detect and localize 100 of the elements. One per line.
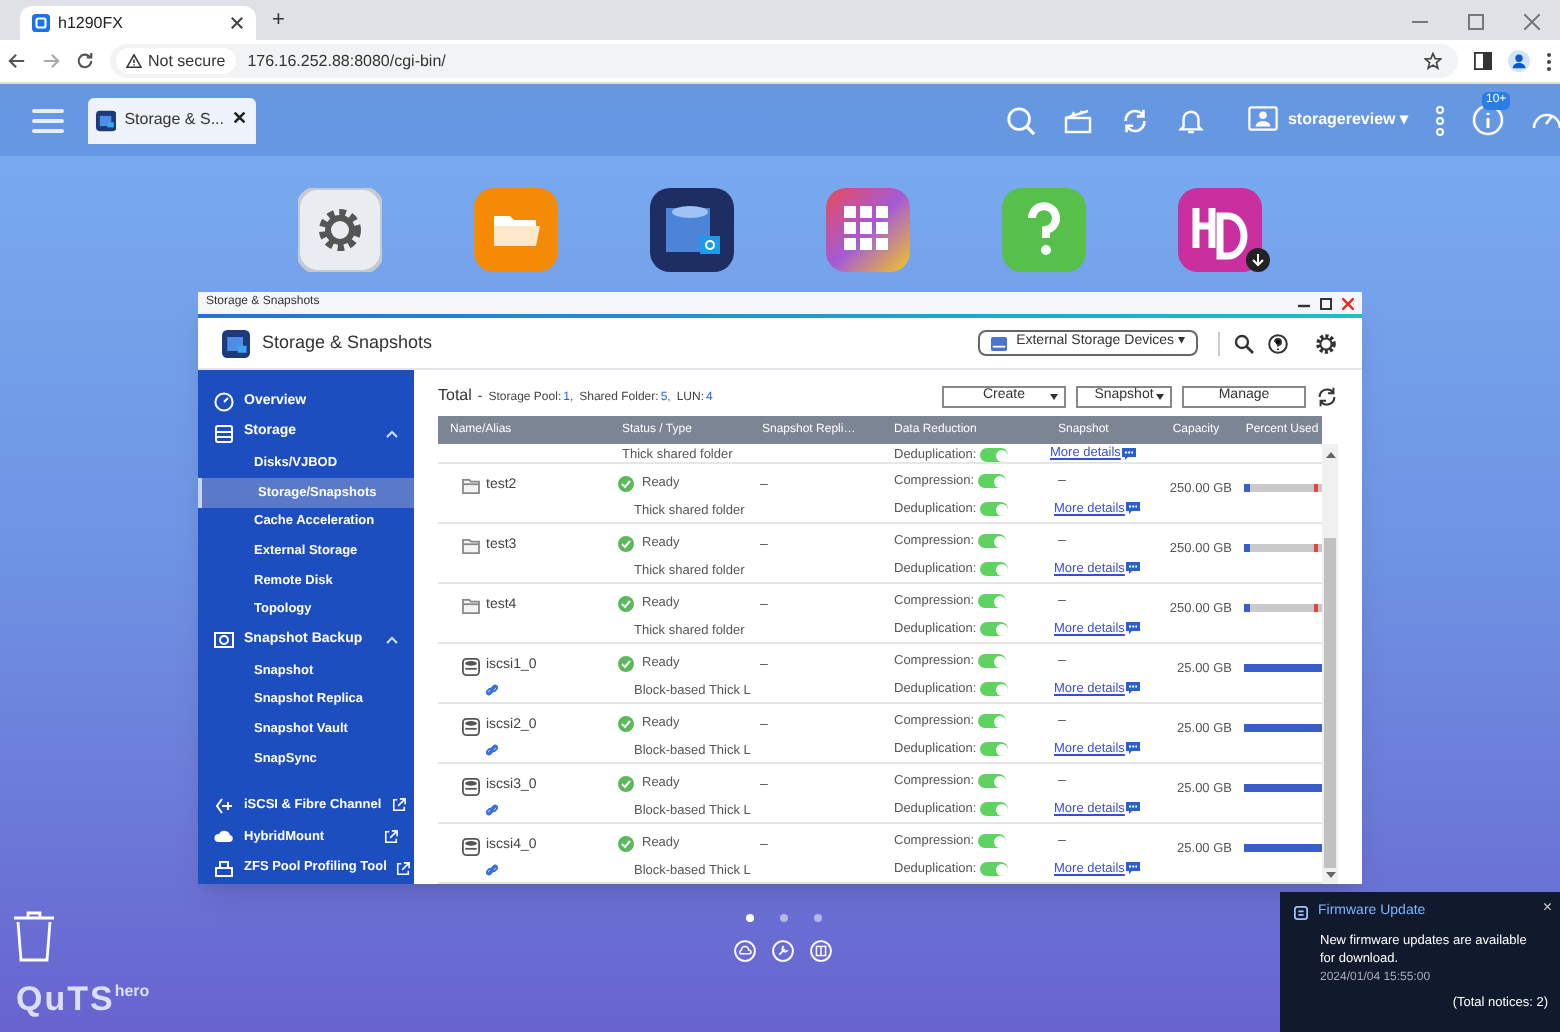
toggle-switch[interactable] bbox=[978, 654, 1007, 669]
chat-bubble-icon[interactable] bbox=[1122, 447, 1137, 460]
threshold-mark bbox=[1314, 604, 1318, 612]
scrollbar-thumb[interactable] bbox=[1324, 538, 1336, 868]
help-icon[interactable] bbox=[1268, 333, 1288, 353]
settings-app-icon[interactable] bbox=[298, 188, 382, 272]
tab-title: h1290FX bbox=[58, 11, 125, 35]
reload-icon[interactable] bbox=[76, 52, 94, 70]
storage-icon bbox=[214, 423, 234, 444]
close-icon[interactable] bbox=[1342, 297, 1354, 309]
gauge-icon bbox=[214, 391, 234, 412]
scroll-up-icon[interactable] bbox=[1325, 452, 1335, 458]
toggle-switch[interactable] bbox=[978, 774, 1007, 789]
threshold-mark bbox=[1314, 544, 1318, 552]
threshold-mark bbox=[1314, 484, 1318, 492]
disk-stack-icon bbox=[462, 837, 480, 856]
toggle-switch[interactable] bbox=[980, 622, 1009, 637]
toggle-switch[interactable] bbox=[980, 862, 1009, 877]
link-icon[interactable] bbox=[486, 683, 498, 695]
folder-icon bbox=[462, 598, 480, 615]
external-link-icon[interactable] bbox=[396, 861, 411, 876]
site-icon bbox=[32, 14, 50, 32]
cloud-icon[interactable] bbox=[734, 940, 756, 962]
toggle-switch[interactable] bbox=[978, 834, 1007, 849]
toggle-switch[interactable] bbox=[978, 474, 1007, 489]
external-link-icon[interactable] bbox=[384, 829, 398, 844]
maximize-icon[interactable] bbox=[1320, 297, 1332, 309]
toggle-switch[interactable] bbox=[980, 562, 1009, 577]
toggle-switch[interactable] bbox=[978, 594, 1007, 609]
close-icon[interactable]: × bbox=[1542, 895, 1552, 920]
connector-icon bbox=[214, 795, 234, 816]
info-icon[interactable] bbox=[1472, 104, 1504, 136]
scrollbar[interactable] bbox=[1322, 444, 1338, 884]
trash-icon[interactable] bbox=[12, 910, 56, 962]
refresh-icon[interactable] bbox=[1316, 386, 1338, 408]
wrench-icon[interactable] bbox=[772, 940, 794, 962]
toggle-switch[interactable] bbox=[980, 682, 1009, 697]
chat-bubble-icon[interactable] bbox=[1126, 562, 1141, 575]
bell-icon[interactable] bbox=[1177, 105, 1204, 135]
question-mark-app-icon[interactable] bbox=[1002, 188, 1086, 272]
profile-icon[interactable] bbox=[1508, 50, 1530, 72]
check-circle-icon bbox=[618, 835, 634, 852]
chevron-up-icon[interactable] bbox=[386, 429, 398, 438]
chat-bubble-icon[interactable] bbox=[1126, 622, 1141, 635]
new-tab-button[interactable]: + bbox=[272, 3, 285, 36]
close-icon[interactable] bbox=[230, 16, 244, 30]
chat-bubble-icon[interactable] bbox=[1126, 742, 1141, 755]
chevron-up-icon[interactable] bbox=[386, 636, 398, 645]
toggle-switch[interactable] bbox=[980, 742, 1009, 757]
user-icon bbox=[1247, 106, 1278, 134]
disk-stack-icon bbox=[462, 717, 480, 736]
forward-arrow-icon[interactable] bbox=[42, 52, 60, 70]
more-options-icon[interactable] bbox=[1546, 51, 1552, 71]
taskbar-tab[interactable]: Storage & S... ✕ bbox=[88, 97, 256, 143]
menu-icon[interactable] bbox=[32, 107, 64, 133]
check-circle-icon bbox=[618, 475, 634, 492]
settings-icon[interactable] bbox=[1314, 331, 1338, 355]
storage-app-icon bbox=[222, 329, 250, 357]
toggle-switch[interactable] bbox=[980, 448, 1009, 462]
link-icon[interactable] bbox=[486, 803, 498, 815]
storage-app-icon bbox=[96, 105, 117, 135]
url-text: 176.16.252.88:8080/cgi-bin/ bbox=[247, 49, 448, 73]
search-icon[interactable] bbox=[1234, 333, 1254, 353]
hd-display-app-icon[interactable] bbox=[1178, 188, 1272, 272]
toggle-switch[interactable] bbox=[980, 502, 1009, 517]
clapperboard-icon[interactable] bbox=[1063, 107, 1092, 133]
disk-stack-icon bbox=[462, 657, 480, 676]
app-title: Storage & Snapshots bbox=[262, 329, 433, 356]
toggle-switch[interactable] bbox=[978, 714, 1007, 729]
security-chip[interactable]: Not secure bbox=[116, 48, 236, 74]
check-circle-icon bbox=[618, 715, 634, 732]
close-icon[interactable]: ✕ bbox=[232, 106, 248, 134]
book-icon[interactable] bbox=[810, 940, 832, 962]
chat-bubble-icon[interactable] bbox=[1126, 802, 1141, 815]
camera-icon bbox=[214, 630, 234, 651]
vertical-dots-icon[interactable] bbox=[1436, 105, 1444, 135]
chat-bubble-icon[interactable] bbox=[1126, 502, 1141, 515]
star-icon[interactable] bbox=[1424, 52, 1442, 70]
external-link-icon[interactable] bbox=[391, 798, 406, 813]
app-grid-icon[interactable] bbox=[826, 188, 910, 272]
link-icon[interactable] bbox=[486, 863, 498, 875]
scroll-down-icon[interactable] bbox=[1325, 872, 1335, 878]
address-bar[interactable]: Not secure 176.16.252.88:8080/cgi-bin/ bbox=[110, 44, 1458, 78]
toolbox-icon bbox=[214, 858, 234, 879]
chat-bubble-icon[interactable] bbox=[1126, 862, 1141, 875]
sync-icon[interactable] bbox=[1119, 105, 1150, 135]
check-circle-icon bbox=[618, 595, 634, 612]
storage-app-icon[interactable] bbox=[650, 188, 734, 272]
cloud-icon bbox=[214, 826, 234, 847]
link-icon[interactable] bbox=[486, 743, 498, 755]
check-circle-icon bbox=[618, 775, 634, 792]
folder-app-icon[interactable] bbox=[474, 188, 558, 272]
check-circle-icon bbox=[618, 655, 634, 672]
side-panel-icon[interactable] bbox=[1474, 52, 1492, 70]
toggle-switch[interactable] bbox=[980, 802, 1009, 817]
back-arrow-icon[interactable] bbox=[8, 52, 26, 70]
drive-icon bbox=[990, 335, 1009, 351]
toggle-switch[interactable] bbox=[978, 534, 1007, 549]
chat-bubble-icon[interactable] bbox=[1126, 682, 1141, 695]
browser-tab[interactable]: h1290FX bbox=[20, 6, 256, 40]
